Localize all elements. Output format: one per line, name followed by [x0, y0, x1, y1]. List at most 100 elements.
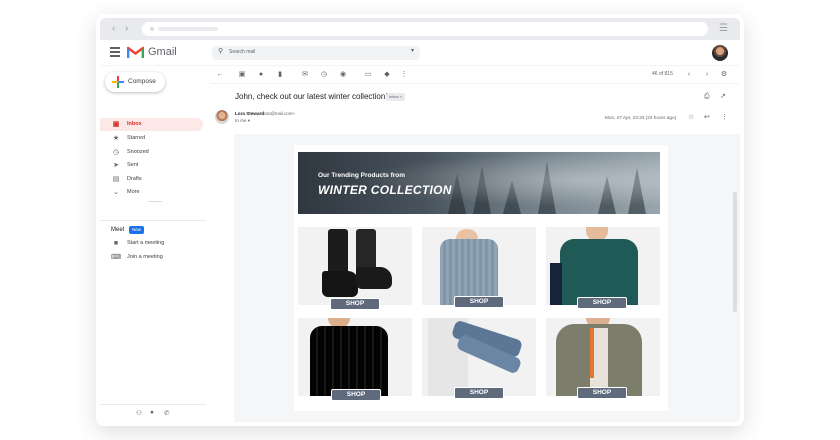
shop-button-check-sweater[interactable]: SHOP — [331, 389, 381, 401]
hangouts-icon[interactable]: ● — [150, 409, 154, 416]
message-count: 46 of 815 — [652, 71, 673, 77]
sidebar-item-inbox[interactable]: ▣ Inbox — [100, 118, 203, 131]
subject-row: John, check out our latest winter collec… — [210, 90, 740, 104]
sidebar-item-sent[interactable]: ➤ Sent — [100, 159, 203, 172]
sender-row: Lora Steward <lora@mail.com> to me ▾ Mon… — [210, 108, 740, 128]
sidebar-item-label: Drafts — [127, 176, 142, 182]
browser-menu-icon[interactable]: ☰ — [719, 22, 728, 36]
search-options-icon[interactable]: ▾ — [411, 47, 414, 54]
sidebar-item-label: Inbox — [127, 121, 142, 127]
message-toolbar: ← ▣ ● ▮ ✉ ◷ ◉ ▭ ◆ ⋮ 46 of 815 ‹ › ⚙ — [210, 66, 740, 84]
contacts-icon[interactable]: ⚇ — [136, 409, 142, 417]
chevron-down-icon: ⌄ — [113, 189, 119, 196]
boot-foot — [322, 271, 358, 297]
add-to-tasks-icon[interactable]: ◉ — [338, 70, 348, 79]
sidebar-item-label: Sent — [127, 162, 139, 168]
compose-label: Compose — [128, 78, 156, 85]
sidebar-item-snoozed[interactable]: ◷ Snoozed — [100, 146, 203, 159]
older-icon[interactable]: › — [702, 70, 712, 79]
address-bar[interactable] — [142, 22, 708, 36]
gmail-header: Gmail ⚲ Search mail ▾ — [100, 40, 740, 66]
recipient-details[interactable]: to me ▾ — [235, 118, 250, 124]
search-placeholder: Search mail — [229, 49, 256, 55]
move-to-icon[interactable]: ▭ — [363, 70, 373, 79]
more-options-icon[interactable]: ⋮ — [399, 70, 409, 79]
product-image-check-sweater[interactable] — [298, 318, 412, 396]
gmail-logo-icon — [127, 46, 144, 58]
star-icon[interactable]: ☆ — [688, 113, 694, 122]
video-icon: ■ — [113, 240, 119, 247]
search-icon[interactable]: ⚲ — [218, 47, 223, 55]
sidebar-divider — [100, 220, 206, 221]
sidebar-item-start-meeting[interactable]: ■ Start a meeting — [100, 237, 203, 250]
sender-email: <lora@mail.com> — [261, 111, 295, 116]
product-image-jeans[interactable] — [422, 318, 536, 396]
label-icon[interactable]: ◆ — [382, 70, 392, 79]
clock-icon: ◷ — [112, 149, 120, 156]
sender-avatar — [215, 110, 229, 124]
meet-new-badge: New — [129, 226, 145, 234]
forward-icon[interactable]: › — [125, 22, 128, 36]
boot-foot — [356, 267, 392, 289]
sidebar-item-starred[interactable]: ★ Starred — [100, 132, 203, 145]
sidebar-resize-grip[interactable] — [148, 201, 162, 202]
email-date: Mon, 27 Apr, 23:33 (22 hours ago) — [605, 115, 677, 120]
orange-strap — [590, 328, 594, 378]
inbox-icon: ▣ — [112, 121, 120, 128]
sidebar-item-label: Join a meeting — [127, 254, 163, 260]
sweater — [310, 326, 388, 396]
pullover — [560, 239, 638, 305]
shop-button-parka[interactable]: SHOP — [577, 387, 627, 399]
trousers — [550, 263, 562, 305]
sidebar-item-label: More — [127, 189, 140, 195]
url-placeholder-line — [158, 27, 218, 31]
banner-tagline: Our Trending Products from — [318, 172, 406, 179]
sidebar-item-label: Snoozed — [127, 149, 149, 155]
archive-icon[interactable]: ▣ — [237, 70, 247, 79]
browser-window: ‹ › ☰ Gmail ⚲ Search mail ▾ Compose ▣ In… — [100, 18, 740, 422]
shop-button-green-pullover[interactable]: SHOP — [577, 297, 627, 309]
shop-button-knit-sweater[interactable]: SHOP — [454, 296, 504, 308]
winter-banner: Our Trending Products from WINTER COLLEC… — [298, 152, 660, 214]
snooze-icon[interactable]: ◷ — [319, 70, 329, 79]
browser-bar: ‹ › ☰ — [100, 18, 740, 40]
product-image-green-pullover[interactable] — [546, 227, 660, 305]
main-menu-icon[interactable] — [110, 47, 120, 57]
url-dot — [150, 27, 154, 31]
report-spam-icon[interactable]: ● — [256, 70, 266, 79]
product-image-parka[interactable] — [546, 318, 660, 396]
shop-button-black-boots[interactable]: SHOP — [330, 298, 380, 310]
delete-icon[interactable]: ▮ — [275, 70, 285, 79]
sidebar-item-join-meeting[interactable]: ⌨ Join a meeting — [100, 251, 203, 264]
product-image-knit-sweater[interactable] — [422, 227, 536, 305]
open-new-window-icon[interactable]: ↗ — [720, 92, 726, 101]
reply-icon[interactable]: ↩ — [704, 113, 710, 122]
compose-button[interactable]: Compose — [105, 72, 165, 92]
inbox-label-chip[interactable]: Inbox × — [386, 93, 406, 101]
print-icon[interactable]: ⎙ — [704, 92, 710, 101]
mark-unread-icon[interactable]: ✉ — [300, 70, 310, 79]
newer-icon[interactable]: ‹ — [684, 70, 694, 79]
sidebar-item-label: Starred — [127, 135, 146, 141]
star-icon: ★ — [112, 135, 120, 142]
compose-plus-icon — [112, 76, 124, 88]
draft-icon: ▤ — [112, 176, 120, 183]
send-icon: ➤ — [113, 162, 119, 169]
settings-gear-icon[interactable]: ⚙ — [719, 70, 729, 79]
sidebar-item-drafts[interactable]: ▤ Drafts — [100, 173, 203, 186]
boot-shaft — [328, 229, 348, 275]
more-actions-icon[interactable]: ⋮ — [721, 113, 728, 122]
sidebar-item-more[interactable]: ⌄ More — [100, 186, 203, 199]
back-to-inbox-icon[interactable]: ← — [215, 70, 225, 79]
sender-name: Lora Steward — [235, 111, 265, 116]
gmail-brand: Gmail — [148, 46, 177, 58]
search-input[interactable]: ⚲ Search mail ▾ — [212, 46, 420, 60]
back-icon[interactable]: ‹ — [112, 22, 115, 36]
shop-button-jeans[interactable]: SHOP — [454, 387, 504, 399]
phone-icon[interactable]: ✆ — [164, 409, 169, 417]
account-avatar[interactable] — [712, 45, 728, 61]
email-subject: John, check out our latest winter collec… — [235, 92, 388, 101]
sidebar-item-label: Start a meeting — [127, 240, 165, 246]
product-image-black-boots[interactable] — [298, 227, 412, 305]
scrollbar[interactable] — [733, 192, 737, 312]
